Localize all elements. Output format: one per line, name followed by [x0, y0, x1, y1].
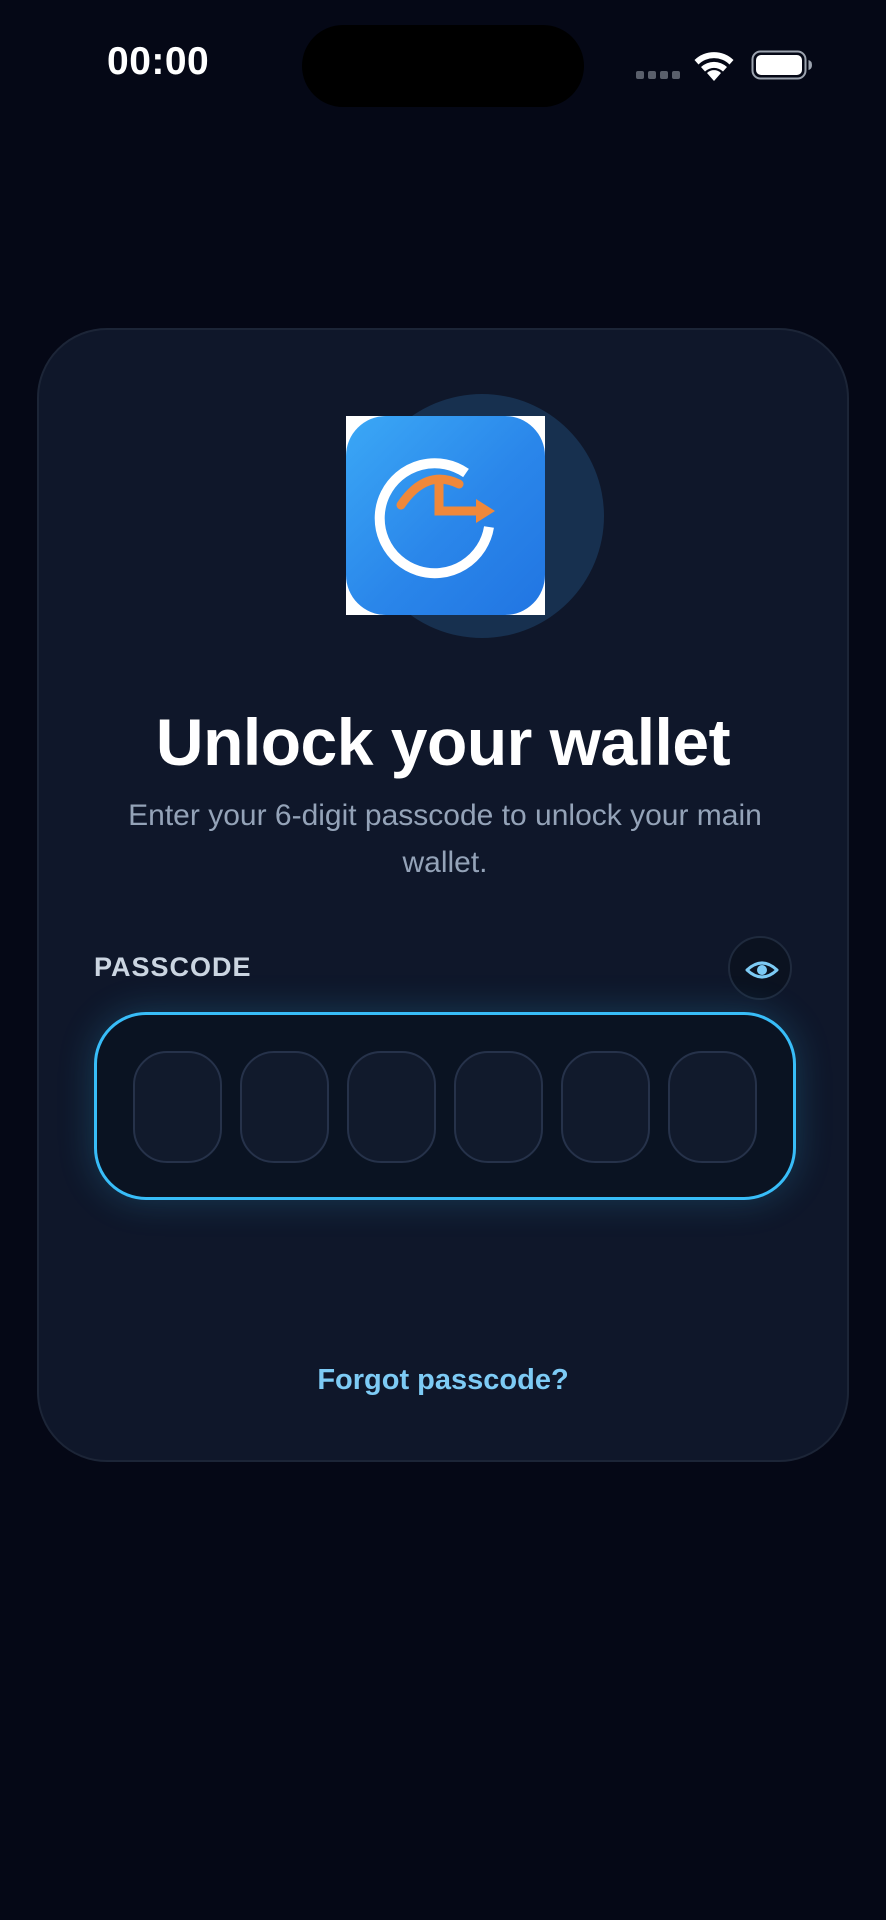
passcode-digit-3[interactable]	[347, 1051, 436, 1163]
toggle-passcode-visibility-button[interactable]	[728, 936, 792, 1000]
eye-icon	[745, 961, 779, 979]
passcode-digit-5[interactable]	[561, 1051, 650, 1163]
signal-dots-icon	[636, 71, 680, 79]
passcode-digit-6[interactable]	[668, 1051, 757, 1163]
page-title: Unlock your wallet	[155, 705, 731, 779]
forgot-passcode-link[interactable]: Forgot passcode?	[39, 1364, 847, 1397]
app-logo-icon	[346, 416, 545, 615]
passcode-input[interactable]	[94, 1012, 796, 1200]
passcode-digit-1[interactable]	[133, 1051, 222, 1163]
passcode-digit-4[interactable]	[454, 1051, 543, 1163]
status-time: 00:00	[107, 40, 210, 83]
passcode-digit-2[interactable]	[240, 1051, 329, 1163]
passcode-label: PASSCODE	[94, 952, 252, 982]
dynamic-island	[302, 25, 584, 107]
app-logo	[346, 416, 545, 615]
wifi-icon	[694, 52, 734, 81]
unlock-card: Unlock your wallet Enter your 6-digit pa…	[37, 328, 849, 1462]
page-subtitle: Enter your 6-digit passcode to unlock yo…	[128, 799, 762, 879]
battery-icon	[751, 50, 812, 80]
